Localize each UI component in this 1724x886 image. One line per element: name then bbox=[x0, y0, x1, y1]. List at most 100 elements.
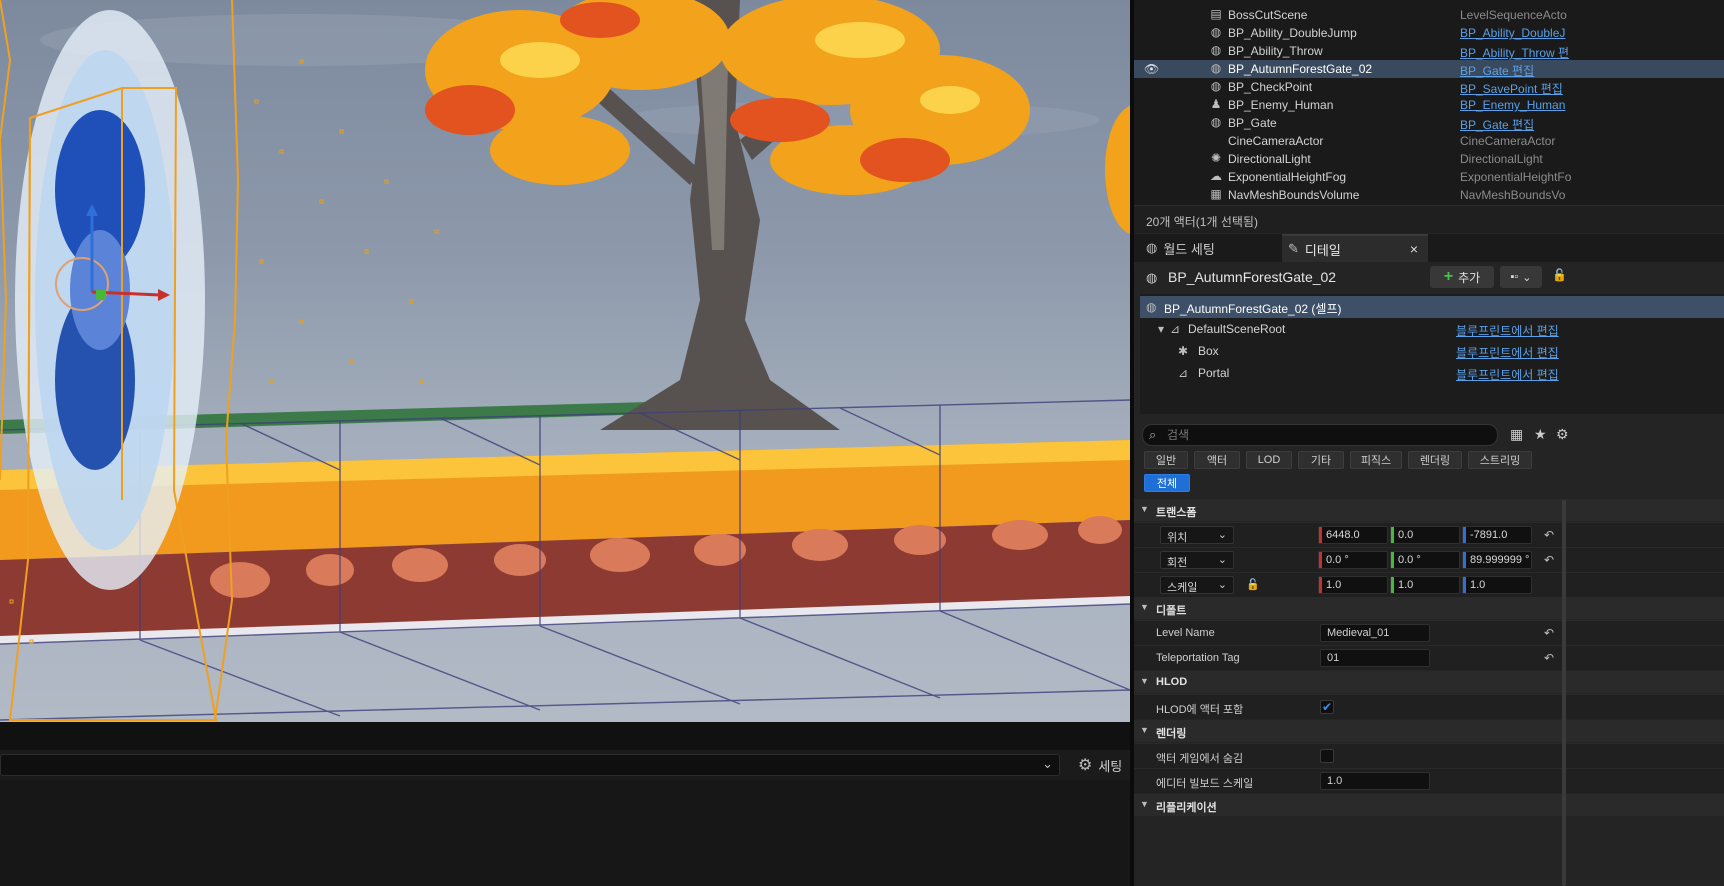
outliner-row[interactable]: ◍ BP_Gate BP_Gate 편집 bbox=[1134, 114, 1724, 132]
filter-physics[interactable]: 피직스 bbox=[1350, 451, 1402, 469]
gear-icon: ⚙ bbox=[1078, 757, 1093, 774]
edit-blueprint-link[interactable]: BP_Gate 편집 bbox=[1460, 116, 1534, 133]
section-rendering[interactable]: ▼ 렌더링 bbox=[1134, 720, 1724, 742]
location-y-field[interactable]: 0.0 bbox=[1390, 526, 1460, 544]
teleportation-tag-field[interactable]: 01 bbox=[1320, 649, 1430, 667]
outliner-row[interactable]: ▤ BossCutScene LevelSequenceActo bbox=[1134, 6, 1724, 24]
tab-world-settings[interactable]: ◍ 월드 세팅 bbox=[1140, 234, 1282, 262]
viewport-bottom-area: ⌄ ⚙ 세팅 bbox=[0, 722, 1130, 886]
value: Medieval_01 bbox=[1327, 627, 1390, 639]
rotation-x-field[interactable]: 0.0 ° bbox=[1318, 551, 1388, 569]
billboard-scale-field[interactable]: 1.0 bbox=[1320, 772, 1430, 790]
scale-z-field[interactable]: 1.0 bbox=[1462, 576, 1532, 594]
reset-arrow-icon[interactable]: ↶ bbox=[1544, 528, 1554, 542]
blueprint-actor-icon: ◍ bbox=[1210, 25, 1222, 39]
collapse-triangle-icon: ▼ bbox=[1140, 602, 1149, 612]
component-name: BP_AutumnForestGate_02 (셀프) bbox=[1164, 302, 1342, 316]
viewport-status-strip bbox=[0, 722, 1130, 750]
console-dropdown[interactable]: ⌄ bbox=[0, 754, 1060, 776]
collapse-triangle-icon: ▼ bbox=[1140, 504, 1149, 514]
actor-name: BP_AutumnForestGate_02 bbox=[1228, 62, 1373, 76]
expand-triangle-icon[interactable]: ▾ bbox=[1158, 322, 1164, 336]
outliner-row[interactable]: ◍ BP_Ability_DoubleJump BP_Ability_Doubl… bbox=[1134, 24, 1724, 42]
plus-icon: + bbox=[1443, 268, 1454, 285]
section-transform[interactable]: ▼ 트랜스폼 bbox=[1134, 499, 1724, 521]
outliner-row[interactable]: ✺ DirectionalLight DirectionalLight bbox=[1134, 150, 1724, 168]
reset-arrow-icon[interactable]: ↶ bbox=[1544, 553, 1554, 567]
hidden-in-game-checkbox[interactable] bbox=[1320, 749, 1334, 763]
edit-blueprint-link[interactable]: BP_SavePoint 편집 bbox=[1460, 80, 1563, 97]
outliner-row-selected[interactable]: 👁 ◍ BP_AutumnForestGate_02 BP_Gate 편집 bbox=[1134, 60, 1724, 78]
scale-x-field[interactable]: 1.0 bbox=[1318, 576, 1388, 594]
scale-mode-dropdown[interactable]: 스케일 ⌄ bbox=[1160, 576, 1234, 594]
edit-in-blueprint-link[interactable]: 블루프린트에서 편집 bbox=[1456, 344, 1559, 361]
visibility-eye-icon[interactable]: 👁 bbox=[1144, 62, 1159, 76]
actor-type: NavMeshBoundsVo bbox=[1460, 188, 1566, 202]
value: 0.0 ° bbox=[1398, 554, 1421, 566]
chevron-down-icon: ⌄ bbox=[1522, 271, 1532, 284]
outliner-row[interactable]: ♟ BP_Enemy_Human BP_Enemy_Human bbox=[1134, 96, 1724, 114]
outliner-row[interactable]: ◍ BP_Ability_Throw BP_Ability_Throw 편 bbox=[1134, 42, 1724, 60]
section-hlod[interactable]: ▼ HLOD bbox=[1134, 671, 1724, 693]
rotation-y-field[interactable]: 0.0 ° bbox=[1390, 551, 1460, 569]
location-mode-dropdown[interactable]: 위치 ⌄ bbox=[1160, 526, 1234, 544]
add-component-button[interactable]: + 추가 bbox=[1430, 266, 1494, 288]
gear-icon[interactable]: ⚙ bbox=[1556, 426, 1569, 443]
scene-root-icon: ⊿ bbox=[1170, 322, 1181, 336]
rotation-label: 회전 bbox=[1167, 557, 1188, 569]
edit-blueprint-link[interactable]: BP_Ability_Throw 편 bbox=[1460, 44, 1569, 61]
filter-actor[interactable]: 액터 bbox=[1194, 451, 1240, 469]
rotation-mode-dropdown[interactable]: 회전 ⌄ bbox=[1160, 551, 1234, 569]
location-x-field[interactable]: 6448.0 bbox=[1318, 526, 1388, 544]
close-icon[interactable]: × bbox=[1410, 241, 1418, 257]
section-replication[interactable]: ▼ 리플리케이션 bbox=[1134, 794, 1724, 816]
property-label: Teleportation Tag bbox=[1156, 652, 1240, 664]
level-name-field[interactable]: Medieval_01 bbox=[1320, 624, 1430, 642]
component-row[interactable]: ▾ ⊿ DefaultSceneRoot 블루프린트에서 편집 bbox=[1140, 318, 1724, 340]
outliner-row[interactable]: CineCameraActor CineCameraActor bbox=[1134, 132, 1724, 150]
edit-in-blueprint-link[interactable]: 블루프린트에서 편집 bbox=[1456, 322, 1559, 339]
filter-all[interactable]: 전체 bbox=[1144, 474, 1190, 492]
table-view-icon[interactable]: ▦ bbox=[1510, 426, 1523, 443]
component-name: Portal bbox=[1198, 366, 1230, 380]
fog-icon: ☁ bbox=[1210, 169, 1222, 183]
filter-general[interactable]: 일반 bbox=[1144, 451, 1188, 469]
star-icon[interactable]: ★ bbox=[1534, 426, 1547, 443]
filter-lod[interactable]: LOD bbox=[1246, 451, 1292, 469]
section-default[interactable]: ▼ 디폴트 bbox=[1134, 597, 1724, 619]
scale-y-field[interactable]: 1.0 bbox=[1390, 576, 1460, 594]
component-row[interactable]: ⊿ Portal 블루프린트에서 편집 bbox=[1140, 362, 1724, 384]
edit-blueprint-link[interactable]: BP_Enemy_Human bbox=[1460, 98, 1565, 112]
hlod-include-checkbox[interactable]: ✔ bbox=[1320, 700, 1334, 714]
search-input[interactable] bbox=[1165, 426, 1489, 444]
edit-in-blueprint-link[interactable]: 블루프린트에서 편집 bbox=[1456, 366, 1559, 383]
outliner-row[interactable]: ☁ ExponentialHeightFog ExponentialHeight… bbox=[1134, 168, 1724, 186]
edit-blueprint-link[interactable]: BP_Gate 편집 bbox=[1460, 62, 1534, 79]
filter-misc[interactable]: 기타 bbox=[1298, 451, 1344, 469]
location-z-field[interactable]: -7891.0 bbox=[1462, 526, 1532, 544]
lock-icon[interactable]: 🔓 bbox=[1246, 578, 1260, 591]
filter-rendering[interactable]: 렌더링 bbox=[1408, 451, 1462, 469]
rotation-z-field[interactable]: 89.999999 ° bbox=[1462, 551, 1532, 569]
reset-arrow-icon[interactable]: ↶ bbox=[1544, 626, 1554, 640]
lock-icon[interactable]: 🔓 bbox=[1552, 268, 1567, 282]
value: 1.0 bbox=[1398, 579, 1414, 591]
pencil-icon: ✎ bbox=[1288, 241, 1299, 256]
details-search[interactable]: ⌕ bbox=[1142, 424, 1498, 446]
filter-streaming[interactable]: 스트리밍 bbox=[1468, 451, 1532, 469]
view-options-button[interactable]: ▪▫ ⌄ bbox=[1500, 266, 1542, 288]
level-viewport[interactable] bbox=[0, 0, 1130, 722]
property-label: Level Name bbox=[1156, 627, 1215, 639]
outliner-row[interactable]: ▦ NavMeshBoundsVolume NavMeshBoundsVo bbox=[1134, 186, 1724, 204]
reset-arrow-icon[interactable]: ↶ bbox=[1544, 651, 1554, 665]
property-teleportation-tag: Teleportation Tag 01 ↶ bbox=[1134, 645, 1724, 670]
tab-details[interactable]: ✎ 디테일 × bbox=[1282, 234, 1428, 262]
settings-button[interactable]: ⚙ 세팅 bbox=[1078, 755, 1122, 775]
component-row-self[interactable]: ◍ BP_AutumnForestGate_02 (셀프) bbox=[1140, 296, 1724, 318]
actor-name: BossCutScene bbox=[1228, 8, 1308, 22]
details-scrollbar[interactable] bbox=[1562, 500, 1566, 886]
component-row[interactable]: ✱ Box 블루프린트에서 편집 bbox=[1140, 340, 1724, 362]
edit-blueprint-link[interactable]: BP_Ability_DoubleJ bbox=[1460, 26, 1565, 40]
blueprint-actor-icon: ◍ bbox=[1146, 270, 1158, 285]
outliner-row[interactable]: ◍ BP_CheckPoint BP_SavePoint 편집 bbox=[1134, 78, 1724, 96]
